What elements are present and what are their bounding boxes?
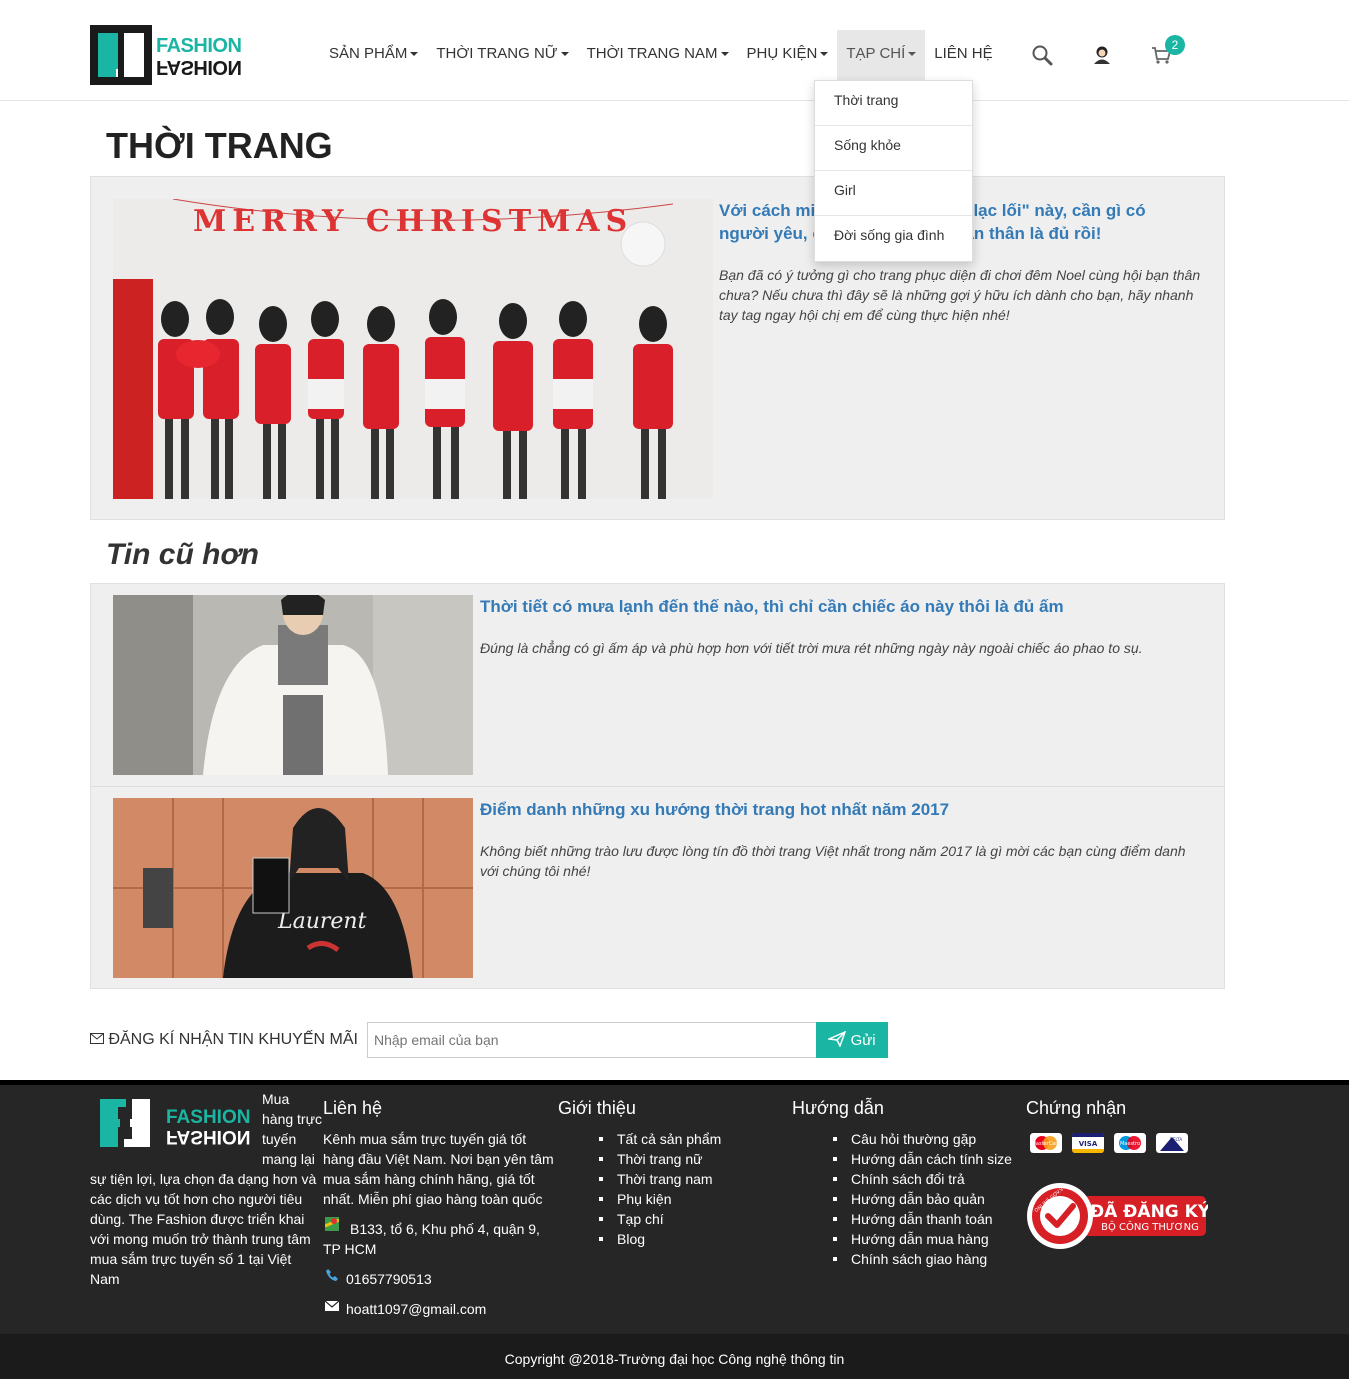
cart-count-badge: 2	[1165, 35, 1185, 55]
copyright-text: Copyright @2018-Trường đại học Công nghệ…	[504, 1351, 845, 1367]
article-image[interactable]	[113, 595, 473, 775]
footer-link-women[interactable]: Thời trang nữ	[598, 1149, 721, 1169]
featured-article: MERRY CHRISTMAS Với cách mix lạc lối" nà…	[90, 176, 1225, 520]
featured-article-image[interactable]: MERRY CHRISTMAS	[113, 199, 713, 499]
logo-text-bottom: FASHION	[156, 56, 242, 78]
badge-main-text: ĐÃ ĐĂNG KÝ	[1090, 1199, 1208, 1222]
article-description: Đúng là chẳng có gì ấm áp và phù hợp hơn…	[480, 640, 1143, 656]
newsletter-label-text: ĐĂNG KÍ NHẬN TIN KHUYẾN MÃI	[108, 1031, 358, 1048]
send-label: Gửi	[850, 1032, 876, 1049]
newsletter-email-input[interactable]	[367, 1022, 817, 1058]
article-image[interactable]: Laurent	[113, 798, 473, 978]
tap-chi-dropdown-menu: Thời trang Sống khỏe Girl Đời sống gia đ…	[814, 80, 973, 262]
footer-link-return-policy[interactable]: Chính sách đổi trả	[833, 1169, 1012, 1189]
svg-text:VISA: VISA	[1079, 1140, 1098, 1148]
phone-icon	[326, 1269, 338, 1281]
main-nav: SẢN PHẨM THỜI TRANG NỮ THỜI TRANG NAM PH…	[320, 30, 1002, 80]
article-title[interactable]: Điểm danh những xu hướng thời trang hot …	[480, 798, 1220, 821]
list-item: Laurent Điểm danh những xu hướng thời tr…	[91, 786, 1224, 988]
footer-about-text: Mua hàng trực tuyến mang lại	[262, 1091, 322, 1167]
footer-link-care-guide[interactable]: Hướng dẫn bảo quản	[833, 1189, 1012, 1209]
footer-phone[interactable]: 01657790513	[346, 1269, 432, 1289]
footer-about-col-title: Giới thiệu	[558, 1098, 636, 1118]
dropdown-item-song-khoe[interactable]: Sống khỏe	[815, 126, 972, 171]
footer-about-links: Tất cả sản phẩm Thời trang nữ Thời trang…	[598, 1129, 721, 1249]
nav-label: SẢN PHẨM	[329, 45, 408, 62]
older-news-list: Thời tiết có mưa lạnh đến thế nào, thì c…	[90, 583, 1225, 989]
paper-plane-icon	[826, 1030, 847, 1048]
svg-text:Maestro: Maestro	[1120, 1141, 1140, 1147]
copyright-bar: Copyright @2018-Trường đại học Công nghệ…	[0, 1334, 1349, 1379]
caret-down-icon	[720, 52, 729, 57]
nav-label: LIÊN HỆ	[934, 45, 993, 62]
shirt-text: Laurent	[277, 909, 367, 934]
site-footer: FASHION FASHION Mua hàng trực tuyến mang…	[0, 1080, 1349, 1334]
caret-down-icon	[410, 52, 419, 57]
caret-down-icon	[820, 52, 829, 57]
footer-address: B133, tổ 6, Khu phố 4, quận 9, TP HCM	[323, 1221, 540, 1257]
nav-item-lien-he[interactable]: LIÊN HỆ	[925, 30, 1001, 80]
mastercard-icon: MasterCard	[1030, 1133, 1062, 1153]
footer-guide-title: Hướng dẫn	[792, 1098, 884, 1118]
footer-link-all-products[interactable]: Tất cả sản phẩm	[598, 1129, 721, 1149]
nav-label: THỜI TRANG NỮ	[436, 45, 558, 62]
footer-link-payment-guide[interactable]: Hướng dẫn thanh toán	[833, 1209, 1012, 1229]
newsletter-label: ĐĂNG KÍ NHẬN TIN KHUYẾN MÃI	[90, 1031, 358, 1049]
featured-article-description: Bạn đã có ý tưởng gì cho trang phục diện…	[719, 267, 1201, 323]
caret-down-icon	[560, 52, 569, 57]
payment-cards: MasterCard VISA Maestro DELTA	[1030, 1133, 1188, 1153]
svg-text:DELTA: DELTA	[1170, 1137, 1182, 1142]
nav-item-san-pham[interactable]: SẢN PHẨM	[320, 30, 427, 80]
maestro-icon: Maestro	[1114, 1133, 1146, 1153]
caret-down-icon	[908, 52, 917, 57]
search-icon[interactable]	[1031, 44, 1053, 66]
list-item: Thời tiết có mưa lạnh đến thế nào, thì c…	[91, 584, 1224, 786]
envelope-icon	[90, 1033, 104, 1044]
footer-cert-title: Chứng nhận	[1026, 1098, 1127, 1118]
site-header: FASHION FASHION SẢN PHẨM THỜI TRANG NỮ T…	[0, 0, 1349, 101]
footer-link-size-guide[interactable]: Hướng dẫn cách tính size	[833, 1149, 1012, 1169]
nav-label: PHỤ KIỆN	[746, 45, 818, 62]
footer-guide-links: Câu hỏi thường gặp Hướng dẫn cách tính s…	[833, 1129, 1012, 1269]
article-title[interactable]: Thời tiết có mưa lạnh đến thế nào, thì c…	[480, 595, 1220, 618]
nav-label: THỜI TRANG NAM	[586, 45, 718, 62]
footer-logo-bottom: FASHION	[166, 1126, 251, 1147]
footer-contact-title: Liên hệ	[323, 1098, 383, 1118]
footer-link-purchase-guide[interactable]: Hướng dẫn mua hàng	[833, 1229, 1012, 1249]
site-logo[interactable]: FASHION FASHION	[90, 25, 250, 85]
mail-icon	[325, 1300, 339, 1311]
user-icon[interactable]	[1091, 44, 1113, 66]
svg-text:MasterCard: MasterCard	[1032, 1141, 1061, 1147]
article-description: Không biết những trào lưu được lòng tín …	[480, 843, 1186, 879]
footer-link-blog[interactable]: Blog	[598, 1229, 721, 1249]
footer-link-shipping-policy[interactable]: Chính sách giao hàng	[833, 1249, 1012, 1269]
visa-icon: VISA	[1072, 1133, 1104, 1153]
older-news-heading: Tin cũ hơn	[106, 538, 259, 571]
dropdown-item-thoi-trang[interactable]: Thời trang	[815, 81, 972, 126]
footer-about-text-continued: sự tiện lợi, lựa chọn đa dạng hơn và các…	[90, 1171, 317, 1287]
nav-item-phu-kien[interactable]: PHỤ KIỆN	[738, 30, 838, 80]
footer-link-faq[interactable]: Câu hỏi thường gặp	[833, 1129, 1012, 1149]
nav-item-thoi-trang-nam[interactable]: THỜI TRANG NAM	[578, 30, 738, 80]
page-title: THỜI TRANG	[106, 125, 333, 166]
footer-link-men[interactable]: Thời trang nam	[598, 1169, 721, 1189]
nav-item-thoi-trang-nu[interactable]: THỜI TRANG NỮ	[427, 30, 577, 80]
footer-contact-intro: Kênh mua sắm trực tuyến giá tốt hàng đầu…	[323, 1131, 554, 1207]
registered-badge[interactable]: ONLINE.GOV.VN ĐÃ ĐĂNG KÝ BỘ CÔNG THƯƠNG	[1026, 1182, 1211, 1250]
delta-card-icon: DELTA	[1156, 1133, 1188, 1153]
footer-link-accessories[interactable]: Phụ kiện	[598, 1189, 721, 1209]
nav-item-tap-chi[interactable]: TẠP CHÍ	[837, 30, 926, 80]
dropdown-item-doi-song-gia-dinh[interactable]: Đời sống gia đình	[815, 216, 972, 261]
banner-text: MERRY CHRISTMAS	[193, 204, 633, 239]
badge-sub-text: BỘ CÔNG THƯƠNG	[1101, 1220, 1199, 1233]
footer-email[interactable]: hoatt1097@gmail.com	[346, 1299, 486, 1319]
dropdown-item-girl[interactable]: Girl	[815, 171, 972, 216]
logo-mark	[90, 25, 152, 85]
footer-link-magazine[interactable]: Tạp chí	[598, 1209, 721, 1229]
newsletter-send-button[interactable]: Gửi	[816, 1022, 888, 1058]
footer-logo[interactable]: FASHION FASHION	[98, 1095, 258, 1151]
nav-label: TẠP CHÍ	[846, 45, 906, 62]
